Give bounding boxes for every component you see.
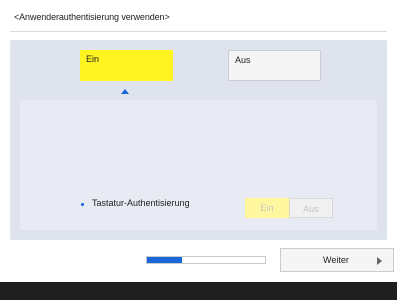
- auth-off-label: Aus: [235, 55, 251, 65]
- keyboard-auth-label: Tastatur-Authentisierung: [92, 198, 190, 208]
- page-title: <Anwenderauthentisierung verwenden>: [14, 12, 170, 22]
- bullet-icon: [81, 203, 84, 206]
- title-divider: [10, 31, 387, 32]
- keyboard-auth-on-button[interactable]: Ein: [245, 198, 289, 218]
- progress-bar: [146, 256, 266, 264]
- auth-on-button[interactable]: Ein: [80, 50, 173, 81]
- keyboard-auth-off-label: Aus: [303, 204, 319, 214]
- keyboard-auth-on-label: Ein: [260, 203, 274, 213]
- next-button[interactable]: Weiter: [280, 248, 394, 272]
- auth-off-button[interactable]: Aus: [228, 50, 321, 81]
- auth-on-label: Ein: [86, 54, 100, 64]
- triangle-up-icon: [121, 89, 129, 94]
- bottom-status-bar: [0, 282, 397, 300]
- progress-fill: [147, 257, 183, 263]
- keyboard-auth-off-button[interactable]: Aus: [289, 198, 333, 218]
- triangle-right-icon: [377, 257, 382, 265]
- next-button-label: Weiter: [323, 255, 349, 265]
